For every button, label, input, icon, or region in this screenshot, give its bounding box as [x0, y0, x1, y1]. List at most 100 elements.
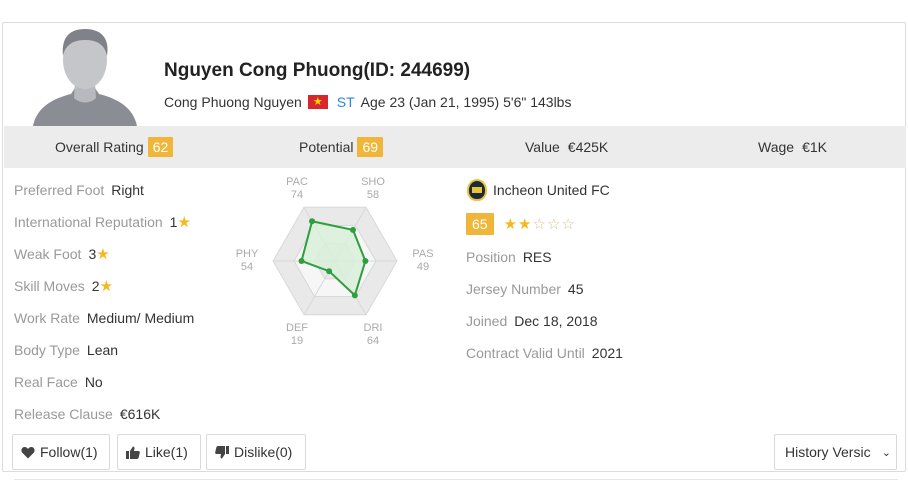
- wage-stat: Wage €1K: [758, 126, 827, 168]
- history-version-select[interactable]: History Versic ⌄: [774, 434, 897, 470]
- radar-axis-value: 54: [241, 261, 253, 273]
- club-name[interactable]: Incheon United FC: [493, 182, 610, 198]
- value-label: Value: [525, 139, 560, 155]
- chevron-down-icon: ⌄: [879, 443, 891, 463]
- profile-value: €616K: [119, 406, 161, 422]
- overall-rating-stat: Overall Rating 62: [55, 126, 174, 168]
- value-stat: Value €425K: [525, 126, 608, 168]
- star-icon: ★: [177, 214, 191, 231]
- club-info[interactable]: Incheon United FC: [467, 179, 610, 201]
- profile-label: Preferred Foot: [14, 182, 105, 198]
- dislike-label: Dislike(0): [234, 444, 293, 460]
- like-label: Like(1): [145, 444, 188, 460]
- heart-icon: [21, 446, 35, 458]
- wage-label: Wage: [758, 139, 795, 155]
- profile-value: Right: [111, 182, 144, 198]
- potential-label: Potential: [299, 139, 354, 155]
- radar-axis-label: DEF: [286, 322, 308, 334]
- profile-value: Medium/ Medium: [86, 310, 195, 326]
- like-button[interactable]: Like(1): [117, 434, 201, 470]
- stats-bar: Overall Rating 62 Potential 69 Value €42…: [4, 126, 906, 168]
- follow-button[interactable]: Follow(1): [12, 434, 110, 470]
- vietnam-flag-icon: ★: [307, 95, 328, 109]
- profile-row: Skill Moves 2★: [14, 276, 113, 296]
- profile-row: Weak Foot 3★: [14, 244, 110, 264]
- star-empty-icon: ☆: [561, 216, 576, 233]
- profile-label: Release Clause: [14, 406, 113, 422]
- attribute-radar-chart: PAC74 SHO58 PAS49 DRI64 DEF19 PHY54: [236, 176, 434, 345]
- player-full-name: Cong Phuong Nguyen: [164, 94, 302, 110]
- club-detail-value: RES: [522, 249, 552, 265]
- potential-stat: Potential 69: [299, 126, 384, 168]
- club-detail-row: Jersey Number 45: [466, 279, 584, 299]
- profile-row: International Reputation 1★: [14, 212, 191, 232]
- radar-data-point: [351, 292, 358, 299]
- profile-row: Body Type Lean: [14, 340, 118, 360]
- profile-label: Work Rate: [14, 310, 80, 326]
- club-detail-label: Jersey Number: [466, 281, 561, 297]
- wage-amount: €1K: [802, 139, 827, 155]
- dislike-button[interactable]: Dislike(0): [206, 434, 306, 470]
- club-detail-row: Contract Valid Until 2021: [466, 343, 623, 363]
- profile-label: Body Type: [14, 342, 80, 358]
- radar-axis-value: 74: [291, 189, 303, 201]
- profile-value: 2: [91, 278, 100, 294]
- star-filled-icon: ★: [518, 216, 533, 233]
- radar-axis-label: PHY: [236, 248, 259, 260]
- player-position-link[interactable]: ST: [337, 94, 355, 110]
- radar-axis-label: DRI: [364, 322, 383, 334]
- profile-label: International Reputation: [14, 214, 163, 230]
- player-name-heading: Nguyen Cong Phuong(ID: 244699): [164, 60, 471, 81]
- club-rating-badge: 65: [466, 213, 494, 235]
- club-detail-label: Contract Valid Until: [466, 345, 585, 361]
- radar-data-point: [326, 268, 333, 275]
- radar-data-point: [362, 258, 369, 264]
- club-crest-icon: [467, 179, 487, 201]
- radar-axis-value: 64: [367, 335, 379, 345]
- radar-data-point: [349, 226, 356, 233]
- radar-data-point: [298, 258, 305, 264]
- club-detail-value: 45: [567, 281, 584, 297]
- history-version-label: History Versic: [785, 444, 871, 460]
- club-rating: 65 ★★☆☆☆: [466, 213, 576, 235]
- profile-value: Lean: [86, 342, 119, 358]
- profile-row: Work Rate Medium/ Medium: [14, 308, 194, 328]
- club-detail-value: Dec 18, 2018: [514, 313, 598, 329]
- radar-axis-label: PAC: [286, 176, 308, 188]
- player-card: Nguyen Cong Phuong(ID: 244699) Cong Phuo…: [2, 22, 906, 480]
- radar-data-point: [309, 218, 316, 225]
- thumbs-up-icon: [126, 446, 140, 459]
- club-detail-value: 2021: [591, 345, 623, 361]
- profile-row: Preferred Foot Right: [14, 180, 144, 200]
- overall-rating-badge: 62: [147, 137, 174, 157]
- star-empty-icon: ☆: [546, 216, 562, 233]
- thumbs-down-icon: [215, 445, 229, 458]
- follow-label: Follow(1): [40, 444, 98, 460]
- radar-axis-label: SHO: [361, 176, 385, 188]
- star-icon: ★: [96, 246, 110, 263]
- potential-badge: 69: [357, 137, 384, 157]
- radar-axis-label: PAS: [412, 248, 433, 260]
- profile-label: Real Face: [14, 374, 78, 390]
- overall-rating-label: Overall Rating: [55, 139, 144, 155]
- radar-axis-value: 49: [417, 261, 429, 273]
- club-detail-row: Position RES: [466, 247, 552, 267]
- profile-row: Real Face No: [14, 372, 103, 392]
- club-detail-label: Position: [466, 249, 516, 265]
- profile-value: No: [84, 374, 103, 390]
- profile-label: Skill Moves: [14, 278, 85, 294]
- player-age-info: Age 23 (Jan 21, 1995) 5'6" 143lbs: [360, 94, 572, 110]
- player-avatar: [25, 26, 143, 126]
- star-filled-icon: ★: [503, 216, 519, 233]
- player-subline: Cong Phuong Nguyen ★ ST Age 23 (Jan 21, …: [164, 94, 571, 110]
- club-detail-row: Joined Dec 18, 2018: [466, 311, 598, 331]
- value-amount: €425K: [567, 139, 609, 155]
- club-detail-label: Joined: [466, 313, 508, 329]
- profile-row: Release Clause €616K: [14, 404, 160, 424]
- star-icon: ★: [99, 278, 114, 295]
- profile-label: Weak Foot: [14, 246, 82, 262]
- star-empty-icon: ☆: [532, 216, 547, 233]
- radar-axis-value: 58: [367, 189, 379, 201]
- club-stars: ★★☆☆☆: [504, 215, 576, 233]
- radar-axis-value: 19: [291, 335, 303, 345]
